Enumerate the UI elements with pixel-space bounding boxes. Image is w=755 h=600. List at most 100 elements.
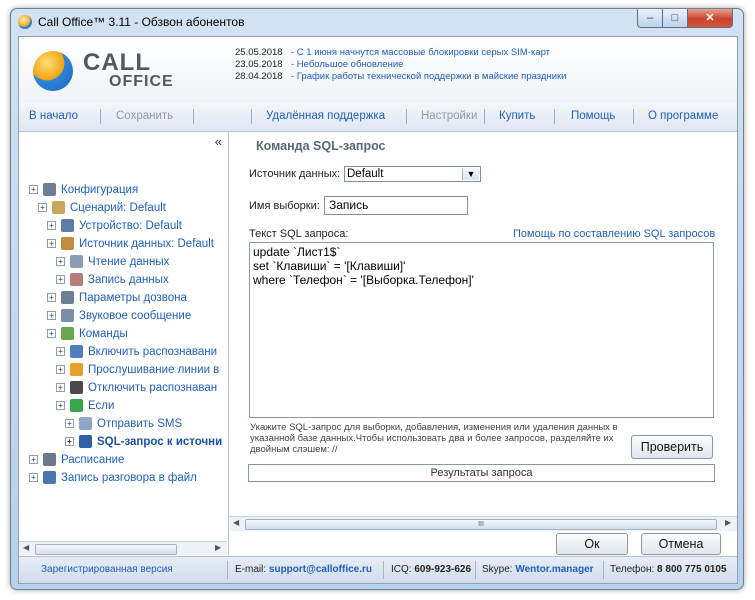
expand-icon[interactable]: +: [65, 437, 74, 447]
email-info: E-mail: support@calloffice.ru: [235, 564, 372, 575]
expand-icon[interactable]: +: [47, 329, 56, 339]
scrollbar-thumb[interactable]: [35, 544, 177, 555]
tree-item-label: Если: [88, 400, 115, 412]
toolbar-divider: [100, 109, 101, 124]
expand-icon[interactable]: +: [56, 257, 65, 267]
collapse-panel-button[interactable]: «: [215, 134, 222, 149]
expand-icon[interactable]: +: [47, 239, 56, 249]
tree-item[interactable]: + Параметры дозвона: [47, 290, 187, 306]
tree-item[interactable]: + Источник данных: Default: [47, 236, 214, 252]
clock-icon: [43, 453, 56, 467]
tree-item[interactable]: + Команды: [47, 326, 128, 342]
sql-help-link[interactable]: Помощь по составлению SQL запросов: [513, 228, 715, 240]
expand-icon[interactable]: +: [29, 185, 38, 195]
tree-item[interactable]: + Запись разговора в файл: [29, 470, 197, 486]
toolbar-divider: [554, 109, 555, 124]
sql-query-textarea[interactable]: update `Лист1$` set `Клавиши` = '[Клавиш…: [249, 242, 714, 418]
call-office-logo: CALL OFFICE: [33, 47, 183, 95]
minimize-button[interactable]: –: [637, 9, 663, 28]
query-results-button[interactable]: Результаты запроса: [248, 464, 715, 482]
device-icon: [61, 219, 74, 233]
tree-item-label: Чтение данных: [88, 256, 170, 268]
chevron-down-icon[interactable]: ▼: [462, 168, 479, 180]
selection-name-input[interactable]: Запись: [324, 196, 468, 215]
tree-item[interactable]: + Запись данных: [56, 272, 169, 288]
scroll-left-icon[interactable]: ◀: [233, 518, 239, 527]
tree-item[interactable]: + Сценарий: Default: [38, 200, 166, 216]
save-link[interactable]: Сохранить: [116, 110, 173, 122]
status-divider: [475, 561, 476, 579]
about-link[interactable]: О программе: [648, 110, 718, 122]
data-source-select[interactable]: Default ▼: [344, 166, 481, 182]
tree-horizontal-scrollbar[interactable]: ◀ ▶: [19, 541, 227, 555]
tree-item-label: Сценарий: Default: [70, 202, 166, 214]
tree-item-label: Прослушивание линии в: [88, 364, 220, 376]
buy-link[interactable]: Купить: [499, 110, 535, 122]
remote-support-link[interactable]: Удалённая поддержка: [266, 110, 385, 122]
form-horizontal-scrollbar[interactable]: ◀ III ▶: [229, 516, 737, 531]
scrollbar-thumb[interactable]: III: [245, 519, 717, 530]
news-link[interactable]: - График работы технической поддержки в …: [291, 71, 566, 82]
scroll-left-icon[interactable]: ◀: [23, 543, 29, 552]
tree-item[interactable]: + SQL-запрос к источни: [65, 434, 222, 450]
expand-icon[interactable]: +: [29, 455, 38, 465]
icq-label: ICQ:: [391, 564, 412, 575]
expand-icon[interactable]: +: [38, 203, 47, 213]
close-button[interactable]: ✕: [687, 9, 733, 28]
gear-icon: [43, 183, 56, 197]
condition-icon: [70, 399, 83, 413]
news-item[interactable]: 23.05.2018 - Небольшое обновление: [235, 59, 566, 71]
sms-icon: [79, 417, 92, 431]
expand-icon[interactable]: +: [56, 383, 65, 393]
toolbar-divider: [406, 109, 407, 124]
tree-item[interactable]: + Прослушивание линии в: [56, 362, 219, 378]
scroll-right-icon[interactable]: ▶: [725, 518, 731, 527]
tree-item[interactable]: + Устройство: Default: [47, 218, 182, 234]
expand-icon[interactable]: +: [56, 347, 65, 357]
tree-item[interactable]: + Отключить распознаван: [56, 380, 217, 396]
news-item[interactable]: 25.05.2018 - С 1 июня начнутся массовые б…: [235, 47, 566, 59]
tree-item[interactable]: + Если: [56, 398, 114, 414]
tree-item[interactable]: + Отправить SMS: [65, 416, 182, 432]
tree-item[interactable]: + Звуковое сообщение: [47, 308, 191, 324]
email-link[interactable]: support@calloffice.ru: [269, 564, 372, 575]
news-date: 23.05.2018: [235, 59, 283, 70]
tree-item[interactable]: + Конфигурация: [29, 182, 138, 198]
expand-icon[interactable]: +: [47, 293, 56, 303]
tree-item-label: Источник данных: Default: [79, 238, 214, 250]
expand-icon[interactable]: +: [56, 401, 65, 411]
skype-link[interactable]: Wentor.manager: [515, 564, 593, 575]
expand-icon[interactable]: +: [29, 473, 38, 483]
status-divider: [227, 561, 228, 579]
command-form: Команда SQL-запрос Источник данных: Defa…: [229, 132, 737, 555]
icq-number: 609-923-626: [414, 564, 472, 575]
recognition-off-icon: [70, 381, 83, 395]
expand-icon[interactable]: +: [65, 419, 74, 429]
check-button[interactable]: Проверить: [631, 435, 713, 459]
status-bar: Зарегистрированная версия E-mail: suppor…: [19, 556, 737, 583]
news-link[interactable]: - Небольшое обновление: [291, 59, 403, 70]
expand-icon[interactable]: +: [56, 275, 65, 285]
read-data-icon: [70, 255, 83, 269]
expand-icon[interactable]: +: [56, 365, 65, 375]
title-bar[interactable]: Call Office™ 3.11 - Обзвон абонентов – □…: [11, 9, 743, 35]
script-icon: [52, 201, 65, 215]
scroll-right-icon[interactable]: ▶: [215, 543, 221, 552]
news-item[interactable]: 28.04.2018 - График работы технической по…: [235, 71, 566, 83]
config-tree-panel: « + Конфигурация + Сценарий: Default + Устрой…: [19, 132, 229, 555]
ok-button[interactable]: Ок: [556, 533, 628, 555]
settings-link[interactable]: Настройки: [421, 110, 477, 122]
tree-item-label: Включить распознавани: [88, 346, 217, 358]
help-link[interactable]: Помощь: [571, 110, 615, 122]
sql-line: where `Телефон` = '[Выборка.Телефон]': [253, 273, 474, 287]
tree-item[interactable]: + Включить распознавани: [56, 344, 217, 360]
expand-icon[interactable]: +: [47, 311, 56, 321]
cancel-button[interactable]: Отмена: [641, 533, 721, 555]
home-link[interactable]: В начало: [29, 110, 78, 122]
tree-item[interactable]: + Расписание: [29, 452, 124, 468]
expand-icon[interactable]: +: [47, 221, 56, 231]
news-link[interactable]: - С 1 июня начнутся массовые блокировки …: [291, 47, 550, 58]
tree-item[interactable]: + Чтение данных: [56, 254, 169, 270]
maximize-button[interactable]: □: [662, 9, 688, 28]
tree-item-label: Команды: [79, 328, 128, 340]
